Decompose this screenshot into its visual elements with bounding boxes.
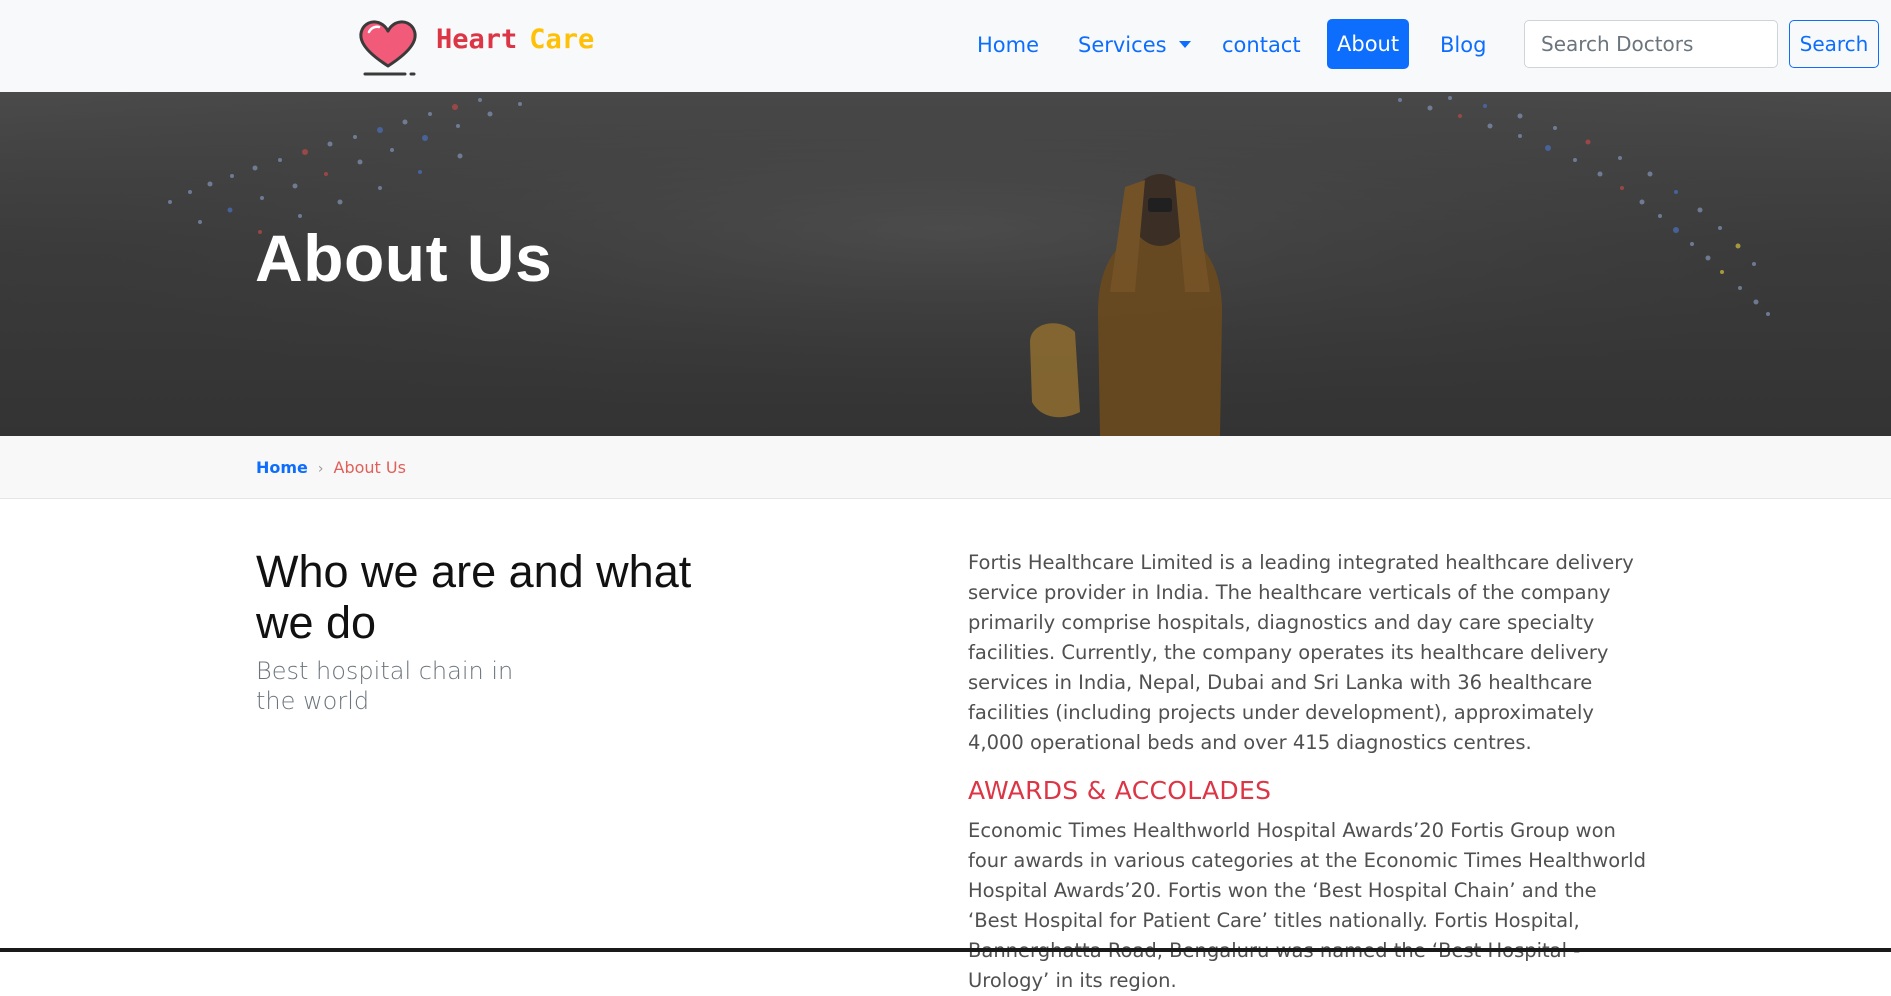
intro-paragraph: Fortis Healthcare Limited is a leading i… [968, 551, 1634, 754]
section-heading: Who we are and what we do [256, 546, 692, 648]
breadcrumb-separator: › [317, 461, 324, 477]
nav-home-link[interactable]: Home [977, 27, 1039, 63]
awards-paragraph: Economic Times Healthworld Hospital Awar… [968, 819, 1646, 992]
nav-services-dropdown[interactable]: Services [1078, 27, 1191, 63]
page-title: About Us [255, 221, 553, 295]
breadcrumb-bar: Home › About Us [0, 436, 1891, 499]
section-subheading: Best hospital chain in the world [256, 657, 514, 715]
brand-word-care: Care [529, 24, 595, 55]
search-doctors-input[interactable] [1524, 20, 1778, 68]
hero-banner: About Us [0, 92, 1891, 436]
nav-blog-link[interactable]: Blog [1440, 27, 1486, 63]
awards-heading: AWARDS & ACCOLADES [968, 776, 1272, 805]
brand-name[interactable]: Heart Care [436, 24, 594, 55]
search-button[interactable]: Search [1789, 20, 1879, 68]
bottom-divider [0, 948, 1891, 952]
nav-services-label: Services [1078, 33, 1167, 57]
heart-icon[interactable] [355, 16, 421, 80]
brand-word-heart: Heart [436, 24, 518, 55]
navbar: Heart Care Home Services contact About Bl… [0, 0, 1891, 92]
breadcrumb-current: About Us [333, 458, 406, 477]
breadcrumb: Home › About Us [256, 458, 406, 477]
caret-down-icon [1178, 41, 1191, 48]
nav-contact-link[interactable]: contact [1222, 27, 1301, 63]
breadcrumb-home-link[interactable]: Home [256, 458, 308, 477]
nav-about-link[interactable]: About [1327, 19, 1410, 69]
